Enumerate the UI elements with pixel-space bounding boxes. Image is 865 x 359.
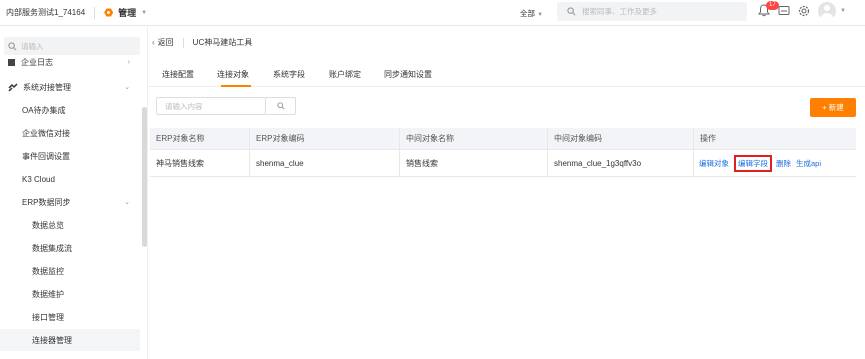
app-name[interactable]: 内部服务测试1_74164 <box>6 7 85 18</box>
table-search-input[interactable]: 请输入内容 <box>156 97 266 115</box>
search-icon <box>276 102 285 110</box>
sidebar-item-k3-cloud[interactable]: K3 Cloud <box>0 168 140 190</box>
tab-account-binding[interactable]: 账户绑定 <box>329 69 361 80</box>
sidebar-item-label: 数据总览 <box>32 220 64 230</box>
mid-object-code-cell: shenma_clue_1g3qffv3o <box>548 150 694 176</box>
sidebar-item-connector-management[interactable]: 连接器管理 <box>0 329 140 351</box>
sidebar-item-event-callback[interactable]: 事件回调设置 <box>0 145 140 167</box>
sidebar-item-data-overview[interactable]: 数据总览 <box>0 214 140 236</box>
sidebar-item-label: K3 Cloud <box>22 174 55 184</box>
chevron-right-icon: › <box>127 58 130 66</box>
gear-icon[interactable] <box>797 4 811 18</box>
erp-object-code-cell: shenma_clue <box>250 150 400 176</box>
chevron-down-icon: ▼ <box>141 9 148 16</box>
module-switcher[interactable]: 管理 ▼ <box>104 6 147 19</box>
erp-object-name-cell: 神马销售线索 <box>150 150 250 176</box>
sidebar-item-wechat-work[interactable]: 企业微信对接 <box>0 122 140 144</box>
back-label: 返回 <box>157 38 174 47</box>
edit-fields-link[interactable]: 编辑字段 <box>734 154 772 172</box>
table-search-placeholder: 请输入内容 <box>165 101 203 111</box>
search-icon <box>8 41 17 50</box>
table-header-cell: 中间对象编码 <box>548 128 694 149</box>
module-label: 管理 <box>118 8 137 18</box>
objects-table: ERP对象名称 ERP对象编码 中间对象名称 中间对象编码 操作 神马销售线索 … <box>150 128 856 177</box>
table-search-button[interactable] <box>266 97 296 115</box>
table-header-cell: 操作 <box>700 134 716 143</box>
table-header-cell: ERP对象名称 <box>150 128 250 149</box>
table-row: 神马销售线索 shenma_clue 销售线索 shenma_clue_1g3q… <box>150 150 856 177</box>
chevron-down-icon: ▼ <box>537 12 544 18</box>
tab-bar: 连接配置 连接对象 系统字段 账户绑定 同步通知设置 <box>148 57 865 87</box>
tab-system-fields[interactable]: 系统字段 <box>273 69 305 80</box>
sidebar-item-data-flow[interactable]: 数据集成流 <box>0 237 140 259</box>
sidebar-item-enterprise-log[interactable]: 企业日志 › <box>0 56 140 68</box>
log-icon <box>8 58 15 66</box>
breadcrumb: ‹ 返回 UC神马建站工具 <box>148 37 252 48</box>
message-icon[interactable] <box>778 5 790 17</box>
sidebar-item-oa-todo[interactable]: OA待办集成 <box>0 99 140 121</box>
scope-label: 全部 <box>520 9 535 18</box>
link-icon <box>8 82 18 92</box>
table-header-row: ERP对象名称 ERP对象编码 中间对象名称 中间对象编码 操作 <box>150 128 856 150</box>
chevron-down-icon[interactable]: ▼ <box>840 8 846 14</box>
chevron-down-icon: ⌄ <box>124 199 130 206</box>
sidebar-item-api-management[interactable]: 接口管理 <box>0 306 140 328</box>
sidebar-item-label: ERP数据同步 <box>22 197 71 207</box>
main-content: ‹ 返回 UC神马建站工具 连接配置 连接对象 系统字段 账户绑定 同步通知设置… <box>148 27 865 359</box>
page-title: UC神马建站工具 <box>192 38 253 47</box>
new-button[interactable]: + 新建 <box>810 98 856 117</box>
avatar[interactable] <box>818 2 836 20</box>
generate-api-link[interactable]: 生成api <box>796 158 821 169</box>
divider <box>94 6 96 19</box>
tab-sync-notification[interactable]: 同步通知设置 <box>384 69 432 80</box>
sidebar-search-placeholder: 请输入 <box>21 41 44 51</box>
global-search-input[interactable]: 搜索同事、工作及更多 <box>557 2 747 21</box>
sidebar-item-data-maintain[interactable]: 数据维护 <box>0 283 140 305</box>
divider <box>182 37 184 48</box>
sidebar-item-label: 事件回调设置 <box>22 151 70 161</box>
sidebar-item-label: OA待办集成 <box>22 105 66 115</box>
sidebar-item-label: 企业微信对接 <box>22 128 70 138</box>
sidebar-item-erp-sync[interactable]: ERP数据同步 ⌄ <box>0 191 140 213</box>
sidebar-item-label: 数据监控 <box>32 266 64 276</box>
search-scope-select[interactable]: 全部 ▼ <box>520 8 543 19</box>
sidebar-item-label: 连接器管理 <box>32 335 72 345</box>
mid-object-name-cell: 销售线索 <box>400 150 548 176</box>
sidebar-scrollbar[interactable] <box>142 107 147 247</box>
table-header-cell: 中间对象名称 <box>400 128 548 149</box>
active-tab-indicator <box>221 85 251 87</box>
global-search-placeholder: 搜索同事、工作及更多 <box>582 7 657 16</box>
module-logo-icon <box>104 8 114 17</box>
sidebar-item-label: 数据维护 <box>32 289 64 299</box>
sidebar-item-label: 数据集成流 <box>32 243 72 253</box>
table-header-cell: ERP对象编码 <box>250 128 400 149</box>
tab-connection-config[interactable]: 连接配置 <box>162 69 194 80</box>
chevron-left-icon: ‹ <box>152 38 155 47</box>
notification-badge: 17 <box>766 1 779 10</box>
sidebar-search-input[interactable]: 请输入 <box>4 37 140 55</box>
tab-connection-objects[interactable]: 连接对象 <box>217 69 249 80</box>
sidebar-item-system-integration[interactable]: 系统对接管理 ⌄ <box>0 76 140 98</box>
edit-object-link[interactable]: 编辑对象 <box>699 158 729 169</box>
sidebar: 请输入 企业日志 › 系统对接管理 ⌄ OA待办集成 企业微信对接 事件回调设置… <box>0 27 148 359</box>
chevron-up-icon: ⌄ <box>124 84 130 91</box>
sidebar-item-data-monitor[interactable]: 数据监控 <box>0 260 140 282</box>
sidebar-item-label: 企业日志 <box>21 57 53 67</box>
delete-link[interactable]: 删除 <box>776 158 791 169</box>
operations-cell: 编辑对象 编辑字段 删除 生成api <box>694 150 856 176</box>
back-button[interactable]: ‹ 返回 <box>152 37 174 48</box>
sidebar-item-label: 接口管理 <box>32 312 64 322</box>
sidebar-item-label: 系统对接管理 <box>23 82 71 92</box>
search-icon <box>567 7 576 16</box>
